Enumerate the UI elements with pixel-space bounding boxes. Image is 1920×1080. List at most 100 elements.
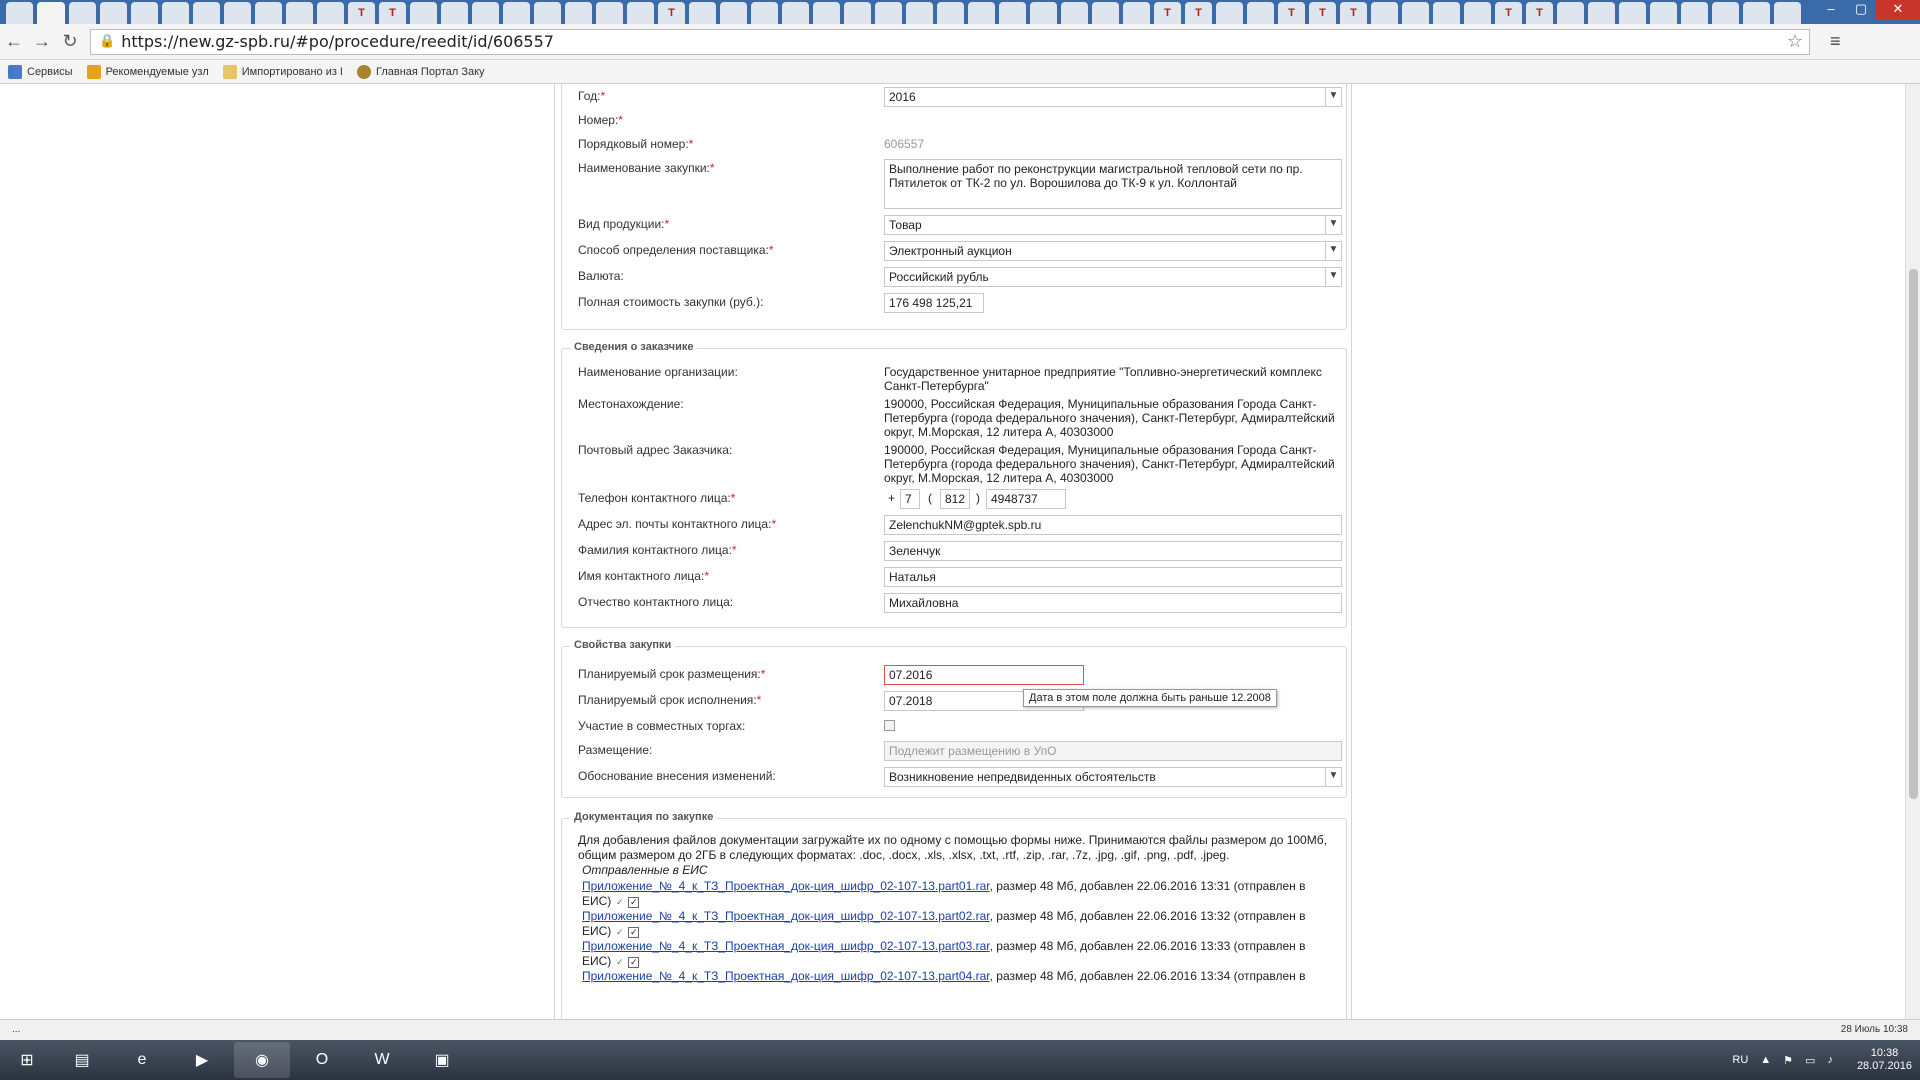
browser-tab[interactable]: T [1495,2,1522,24]
last-name-field[interactable]: Зеленчук [884,541,1342,561]
browser-tab[interactable] [69,2,96,24]
bookmark-imported[interactable]: Импортировано из I [222,64,343,79]
browser-tab[interactable] [1557,2,1584,24]
network-icon[interactable]: ▭ [1805,1054,1815,1067]
browser-tab[interactable] [999,2,1026,24]
app-icon[interactable]: ▣ [414,1042,470,1078]
file-link[interactable]: Приложение_№_4_к_ТЗ_Проектная_док-ция_ши… [582,879,990,893]
clock[interactable]: 10:38 28.07.2016 [1845,1047,1912,1073]
placement-date-input[interactable]: 07.2016 [884,665,1084,685]
browser-tab[interactable] [565,2,592,24]
browser-tab[interactable] [720,2,747,24]
browser-tab[interactable] [1433,2,1460,24]
phone-code-input[interactable]: 812 [940,489,970,509]
browser-tab[interactable] [224,2,251,24]
browser-tab[interactable] [1371,2,1398,24]
browser-tab[interactable]: T [348,2,375,24]
browser-tab[interactable] [1247,2,1274,24]
file-link[interactable]: Приложение_№_4_к_ТЗ_Проектная_док-ция_ши… [582,969,990,983]
file-link[interactable]: Приложение_№_4_к_ТЗ_Проектная_док-ция_ши… [582,939,990,953]
explorer-icon[interactable]: ▤ [54,1042,110,1078]
tray-arrow-icon[interactable]: ▲ [1760,1054,1771,1066]
browser-tab[interactable] [1619,2,1646,24]
browser-tab[interactable] [689,2,716,24]
file-link[interactable]: Приложение_№_4_к_ТЗ_Проектная_док-ция_ши… [582,909,990,923]
browser-tab[interactable] [1123,2,1150,24]
browser-tab[interactable] [503,2,530,24]
sent-checkbox[interactable]: ✓ [628,927,640,938]
tab-active[interactable] [37,2,65,24]
browser-tab[interactable] [100,2,127,24]
browser-tab[interactable] [782,2,809,24]
browser-tab[interactable] [937,2,964,24]
placement-field[interactable]: Подлежит размещению в УпО [884,741,1342,761]
browser-tab[interactable] [1402,2,1429,24]
browser-tab[interactable] [317,2,344,24]
browser-tab[interactable] [472,2,499,24]
browser-tab[interactable]: T [658,2,685,24]
product-type-select[interactable]: Товар ▼ [884,215,1342,235]
joint-checkbox[interactable] [884,720,895,731]
browser-tab[interactable]: T [1526,2,1553,24]
browser-tab[interactable] [1092,2,1119,24]
currency-select[interactable]: Российский рубль ▼ [884,267,1342,287]
browser-tab[interactable] [131,2,158,24]
bookmark-recommended[interactable]: Рекомендуемые узл [86,64,209,79]
browser-tab[interactable]: T [1340,2,1367,24]
browser-tab[interactable] [1743,2,1770,24]
browser-tab[interactable] [1650,2,1677,24]
browser-tab[interactable] [162,2,189,24]
browser-tab[interactable] [1061,2,1088,24]
browser-tab[interactable]: T [1309,2,1336,24]
flag-icon[interactable]: ⚑ [1783,1054,1793,1067]
browser-tab[interactable] [906,2,933,24]
email-field[interactable]: ZelenchukNM@gptek.spb.ru [884,515,1342,535]
browser-tab[interactable] [255,2,282,24]
change-reason-select[interactable]: Возникновение непредвиденных обстоятельс… [884,767,1342,787]
browser-tab[interactable]: T [1278,2,1305,24]
browser-tab[interactable] [1774,2,1801,24]
forward-icon[interactable]: → [28,31,56,52]
minimize-button[interactable]: – [1816,0,1846,20]
bookmark-portal[interactable]: Главная Портал Заку [357,64,485,79]
browser-tab[interactable] [813,2,840,24]
browser-tab[interactable] [193,2,220,24]
menu-icon[interactable]: ≡ [1830,31,1841,52]
total-cost-input[interactable]: 176 498 125,21 [884,293,984,313]
browser-tab[interactable]: T [1185,2,1212,24]
browser-tab[interactable] [410,2,437,24]
phone-number-input[interactable]: 4948737 [986,489,1066,509]
browser-tab[interactable] [1030,2,1057,24]
reload-icon[interactable]: ↻ [56,31,84,52]
browser-tab[interactable]: T [379,2,406,24]
browser-tab[interactable] [1681,2,1708,24]
first-name-field[interactable]: Наталья [884,567,1342,587]
browser-tab[interactable] [596,2,623,24]
browser-tab[interactable] [1464,2,1491,24]
browser-tab[interactable] [1588,2,1615,24]
year-select[interactable]: 2016 ▼ [884,87,1342,107]
close-window-button[interactable]: ✕ [1876,0,1920,20]
start-button[interactable]: ⊞ [4,1042,50,1078]
browser-tab[interactable] [6,2,33,24]
word-icon[interactable]: W [354,1042,410,1078]
browser-tab[interactable] [286,2,313,24]
browser-tab[interactable] [627,2,654,24]
browser-tab[interactable]: T [1154,2,1181,24]
bookmark-apps[interactable]: Сервисы [8,64,73,79]
bookmark-star-icon[interactable]: ☆ [1787,31,1803,52]
browser-tab[interactable] [441,2,468,24]
page-scrollbar[interactable] [1905,84,1920,1019]
browser-tab[interactable] [751,2,778,24]
outlook-icon[interactable]: O [294,1042,350,1078]
ie-icon[interactable]: e [114,1042,170,1078]
browser-tab[interactable] [968,2,995,24]
browser-tab[interactable] [534,2,561,24]
volume-icon[interactable]: ♪ [1827,1054,1833,1066]
browser-tab[interactable] [875,2,902,24]
chrome-icon[interactable]: ◉ [234,1042,290,1078]
browser-tab[interactable] [844,2,871,24]
purchase-name-textarea[interactable]: Выполнение работ по реконструкции магист… [884,159,1342,209]
address-bar[interactable]: 🔒 https://new.gz-spb.ru/#po/procedure/re… [90,28,1810,55]
middle-name-field[interactable]: Михайловна [884,593,1342,613]
